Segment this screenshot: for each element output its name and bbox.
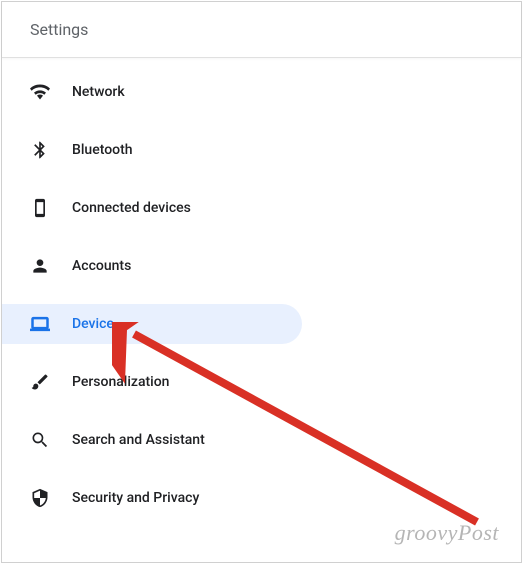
menu-item-device[interactable]: Device (2, 304, 302, 344)
shield-icon (30, 488, 50, 508)
page-title: Settings (30, 20, 497, 39)
laptop-icon (30, 314, 50, 334)
devices-icon (30, 198, 50, 218)
person-icon (30, 256, 50, 276)
menu-item-label: Personalization (72, 374, 169, 390)
bluetooth-icon (30, 140, 50, 160)
menu-item-accounts[interactable]: Accounts (2, 246, 521, 286)
search-icon (30, 430, 50, 450)
brush-icon (30, 372, 50, 392)
menu-item-personalization[interactable]: Personalization (2, 362, 521, 402)
settings-header: Settings (2, 2, 521, 58)
menu-item-label: Device (72, 316, 114, 332)
wifi-icon (30, 82, 50, 102)
menu-item-connected-devices[interactable]: Connected devices (2, 188, 521, 228)
menu-item-search-assistant[interactable]: Search and Assistant (2, 420, 521, 460)
settings-menu: Network Bluetooth Connected devices Acco… (2, 58, 521, 518)
menu-item-label: Connected devices (72, 200, 191, 216)
menu-item-label: Bluetooth (72, 142, 133, 158)
menu-item-label: Security and Privacy (72, 490, 199, 506)
menu-item-security-privacy[interactable]: Security and Privacy (2, 478, 521, 518)
watermark-text: groovyPost (395, 520, 499, 546)
menu-item-bluetooth[interactable]: Bluetooth (2, 130, 521, 170)
menu-item-network[interactable]: Network (2, 72, 521, 112)
menu-item-label: Network (72, 84, 125, 100)
menu-item-label: Search and Assistant (72, 432, 205, 448)
menu-item-label: Accounts (72, 258, 131, 274)
